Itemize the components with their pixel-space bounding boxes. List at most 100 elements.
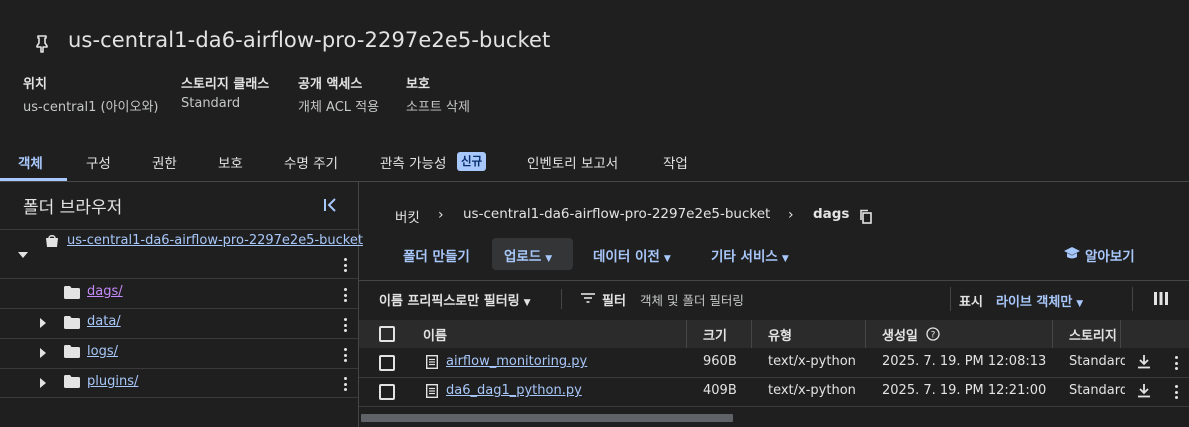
more-options-icon[interactable]	[1175, 385, 1179, 401]
meta-storage-class-value: Standard	[181, 96, 241, 111]
meta-location-value: us-central1 (아이오와)	[23, 100, 159, 115]
other-services-label: 기타 서비스	[711, 249, 778, 265]
more-options-icon[interactable]	[344, 318, 348, 334]
column-header-size[interactable]: 크기	[703, 325, 727, 344]
tree-divider	[0, 278, 358, 279]
more-options-icon[interactable]	[1175, 356, 1179, 372]
other-services-button[interactable]: 기타 서비스 ▼	[711, 245, 789, 265]
column-divider[interactable]	[865, 320, 866, 348]
row-checkbox[interactable]	[379, 355, 395, 371]
breadcrumb-bucket[interactable]: us-central1-da6-airflow-pro-2297e2e5-buc…	[463, 206, 770, 222]
column-divider[interactable]	[1120, 320, 1121, 348]
chevron-right-icon: ›	[438, 207, 444, 223]
tree-bucket-root[interactable]: us-central1-da6-airflow-pro-2297e2e5-buc…	[67, 233, 363, 248]
bucket-title: us-central1-da6-airflow-pro-2297e2e5-buc…	[68, 28, 551, 52]
collapse-panel-icon[interactable]	[322, 196, 340, 214]
select-all-checkbox[interactable]	[379, 326, 395, 342]
column-divider[interactable]	[1052, 320, 1053, 348]
tab-inventory-reports[interactable]: 인벤토리 보고서	[527, 152, 618, 172]
display-mode-dropdown[interactable]: 라이브 객체만 ▼	[996, 291, 1083, 310]
tab-permissions[interactable]: 권한	[152, 152, 177, 172]
column-header-storage[interactable]: 스토리지	[1069, 325, 1120, 344]
tab-configuration[interactable]: 구성	[86, 152, 111, 172]
tree-divider	[0, 338, 358, 339]
file-name-link[interactable]: da6_dag1_python.py	[446, 383, 582, 398]
upload-button[interactable]: 업로드 ▼	[504, 245, 552, 265]
meta-storage-class-label: 스토리지 클래스	[181, 77, 270, 92]
prefix-filter-label: 이름 프리픽스로만 필터링	[379, 294, 520, 309]
folder-icon	[64, 375, 80, 388]
expand-toggle-icon[interactable]	[18, 252, 28, 258]
meta-protection-label: 보호	[406, 77, 430, 92]
download-icon[interactable]	[1137, 384, 1151, 398]
transfer-data-button[interactable]: 데이터 이전 ▼	[593, 245, 671, 265]
filter-label: 필터	[602, 294, 626, 309]
expand-toggle-icon[interactable]	[40, 318, 46, 328]
filter-separator	[561, 289, 562, 309]
new-badge: 신규	[457, 152, 487, 171]
dropdown-arrow-icon: ▼	[781, 254, 789, 264]
tree-divider	[0, 229, 358, 230]
row-divider	[359, 377, 1189, 378]
display-label: 표시	[959, 295, 983, 310]
column-divider[interactable]	[751, 320, 752, 348]
file-icon	[426, 355, 438, 369]
more-options-icon[interactable]	[344, 348, 348, 364]
dropdown-arrow-icon: ▼	[545, 254, 553, 264]
tab-operations[interactable]: 작업	[663, 152, 688, 172]
tree-folder-data[interactable]: data/	[87, 314, 121, 329]
column-divider[interactable]	[686, 320, 687, 348]
folder-icon	[64, 345, 80, 358]
more-options-icon[interactable]	[344, 258, 348, 274]
pin-icon[interactable]	[34, 34, 50, 54]
file-name-link[interactable]: airflow_monitoring.py	[446, 354, 587, 369]
row-checkbox[interactable]	[379, 384, 395, 400]
column-header-name[interactable]: 이름	[423, 325, 447, 344]
file-type: text/x-python	[768, 383, 856, 398]
pane-splitter[interactable]	[358, 182, 359, 427]
bucket-icon	[46, 235, 58, 247]
file-icon	[426, 384, 438, 398]
row-actions	[1125, 378, 1189, 407]
dropdown-arrow-icon: ▼	[663, 254, 671, 264]
meta-public-access-label: 공개 액세스	[298, 77, 363, 92]
tab-protection[interactable]: 보호	[218, 152, 243, 172]
help-icon[interactable]: ?	[926, 327, 940, 341]
tree-folder-plugins[interactable]: plugins/	[87, 374, 138, 389]
learn-button[interactable]: 알아보기	[1085, 245, 1135, 265]
meta-protection-value: 소프트 삭제	[406, 100, 470, 115]
tree-divider	[0, 368, 358, 369]
tree-folder-logs[interactable]: logs/	[87, 344, 118, 359]
column-header-created[interactable]: 생성일	[882, 325, 918, 344]
more-options-icon[interactable]	[344, 288, 348, 304]
file-size: 409B	[703, 383, 737, 398]
download-icon[interactable]	[1137, 355, 1151, 369]
tab-observability[interactable]: 관측 가능성	[380, 152, 446, 172]
svg-text:?: ?	[931, 331, 936, 341]
scrollbar-thumb[interactable]	[361, 414, 733, 422]
filter-input[interactable]: 객체 및 폴더 필터링	[640, 290, 744, 309]
tree-folder-dags[interactable]: dags/	[87, 284, 123, 299]
meta-location-label: 위치	[23, 77, 47, 92]
dropdown-arrow-icon: ▼	[523, 298, 531, 308]
tab-objects[interactable]: 객체	[18, 152, 43, 172]
breadcrumb-buckets[interactable]: 버킷	[395, 206, 420, 226]
copy-icon[interactable]	[859, 209, 873, 224]
file-type: text/x-python	[768, 354, 856, 369]
tab-lifecycle[interactable]: 수명 주기	[284, 152, 338, 172]
tree-divider	[0, 397, 358, 398]
column-header-type[interactable]: 유형	[768, 325, 792, 344]
display-mode-value: 라이브 객체만	[996, 295, 1073, 310]
toolbar-divider	[359, 280, 1189, 281]
prefix-filter-dropdown[interactable]: 이름 프리픽스로만 필터링 ▼	[379, 290, 531, 309]
more-options-icon[interactable]	[344, 377, 348, 393]
expand-toggle-icon[interactable]	[40, 378, 46, 388]
row-divider	[359, 406, 1189, 407]
chevron-right-icon: ›	[788, 207, 794, 223]
tabs-divider	[0, 181, 1189, 182]
expand-toggle-icon[interactable]	[40, 348, 46, 358]
file-storage-class: Standard	[1069, 354, 1125, 369]
file-created: 2025. 7. 19. PM 12:21:00	[882, 383, 1047, 398]
create-folder-button[interactable]: 폴더 만들기	[403, 245, 470, 265]
column-display-icon[interactable]	[1154, 292, 1168, 305]
